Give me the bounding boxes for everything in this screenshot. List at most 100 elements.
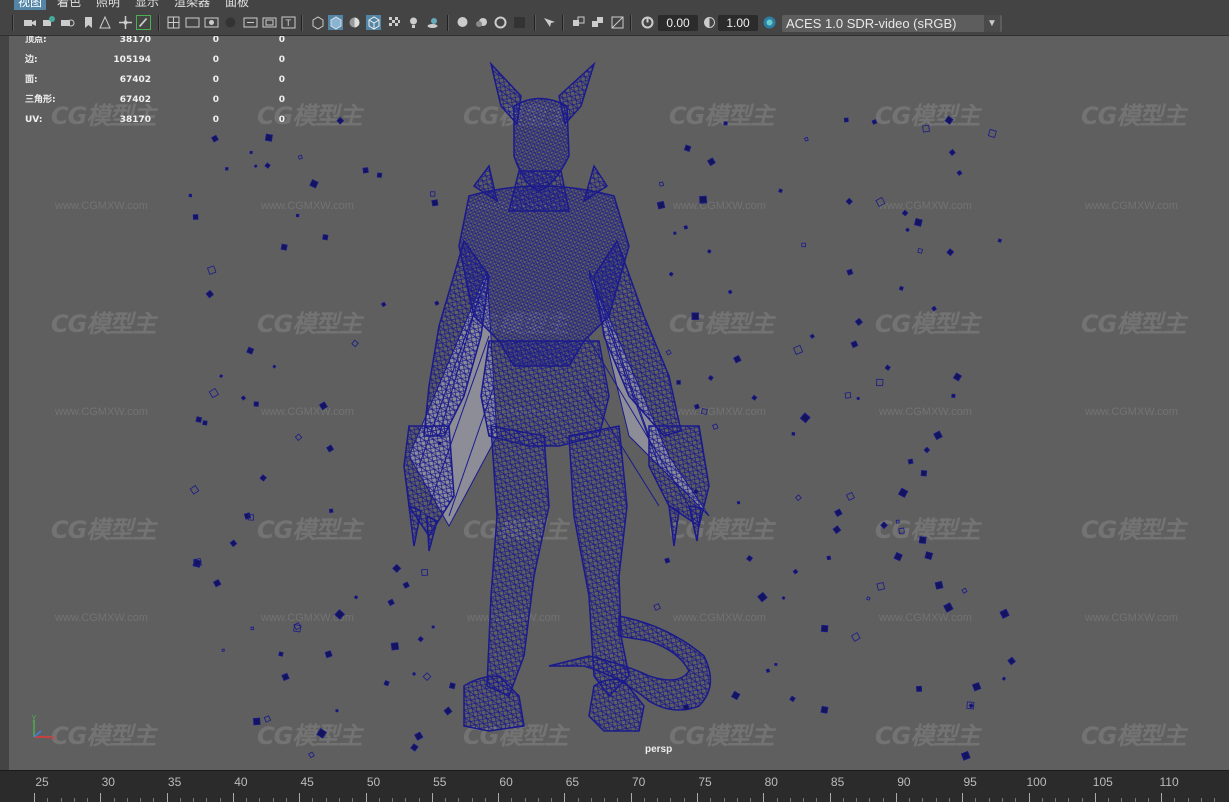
debris-fragment (281, 672, 290, 682)
frame-tick-label: 40 (234, 775, 248, 789)
use-all-lights-icon[interactable] (406, 15, 421, 30)
frame-tick-minor (1041, 798, 1043, 802)
frame-tick-minor (1121, 798, 1123, 802)
debris-fragment (781, 596, 786, 600)
frame-tick-minor (577, 798, 579, 802)
menu-show[interactable]: 显示 (131, 0, 163, 10)
paint-tool-icon[interactable] (136, 15, 151, 30)
debris-fragment (778, 188, 783, 194)
debris-fragment (875, 196, 886, 207)
gamma-icon[interactable] (702, 15, 717, 30)
color-management-icon[interactable] (762, 15, 777, 30)
menu-renderer[interactable]: 渲染器 (170, 0, 214, 10)
debris-fragment (259, 474, 267, 482)
menu-view[interactable]: 视图 (14, 0, 47, 10)
color-space-dropdown[interactable]: ACES 1.0 SDR-video (sRGB) ▼ (782, 15, 1002, 32)
frame-tick-minor (445, 798, 447, 802)
debris-fragment (188, 193, 193, 198)
debris-fragment (856, 396, 860, 401)
hud-value: 67402 (119, 75, 151, 85)
wireframe-cube-icon[interactable] (310, 15, 325, 30)
frame-tick-minor (869, 798, 871, 802)
select-camera-icon[interactable] (22, 15, 37, 30)
debris-fragment (961, 587, 968, 594)
debris-fragment (746, 554, 754, 562)
gate-mask-icon[interactable] (223, 15, 238, 30)
frame-tick-minor (789, 798, 791, 802)
frame-tick-minor (842, 798, 844, 802)
debris-fragment (437, 441, 442, 446)
toolbar-separator (562, 15, 564, 31)
menu-shading[interactable]: 着色 (53, 0, 85, 10)
debris-fragment (280, 243, 288, 251)
gamma-reset-icon[interactable] (590, 15, 605, 30)
xray-icon[interactable] (387, 15, 402, 30)
frame-tick-minor (246, 798, 248, 802)
exposure-field[interactable]: 0.00 (658, 15, 698, 31)
debris-fragment (246, 346, 255, 355)
screen-space-ao-icon[interactable] (455, 15, 470, 30)
menu-lighting[interactable]: 照明 (92, 0, 124, 10)
debris-fragment (846, 268, 854, 276)
isolate-select-icon[interactable] (541, 15, 556, 30)
bookmark-camera-icon[interactable] (60, 15, 75, 30)
resolution-gate-icon[interactable] (204, 15, 219, 30)
frame-tick-label: 25 (35, 775, 49, 789)
wireframe-on-shaded-icon[interactable] (366, 15, 381, 30)
debris-fragment (448, 682, 456, 690)
debris-fragment (434, 300, 440, 306)
frame-tick-label: 45 (300, 775, 314, 789)
frame-tick-minor (312, 798, 314, 802)
debris-fragment (850, 340, 859, 349)
anti-aliasing-icon[interactable] (493, 15, 508, 30)
debris-fragment (351, 339, 359, 348)
move-tool-icon[interactable] (118, 15, 133, 30)
safe-title-icon[interactable]: T (281, 15, 296, 30)
exposure-reset-icon[interactable] (571, 15, 586, 30)
film-gate-icon[interactable] (185, 15, 200, 30)
depth-of-field-icon[interactable] (512, 15, 527, 30)
frame-tick-minor (193, 798, 195, 802)
frame-tick-minor (338, 798, 340, 802)
debris-fragment (801, 242, 806, 248)
debris-fragment (956, 169, 963, 176)
field-chart-icon[interactable] (243, 15, 258, 30)
viewport-toolbar: T 0.00 1.00 ACES 1.0 SDR-video (sRGB) ▼ (0, 10, 1229, 36)
time-slider[interactable]: 25 30 35 40 45 50 55 60 65 70 75 80 85 90 95 100 105 110 (0, 770, 1229, 802)
view-transform-icon[interactable] (610, 15, 625, 30)
debris-fragment (736, 500, 741, 505)
gamma-field[interactable]: 1.00 (718, 15, 758, 31)
camera-name-label: persp (645, 744, 673, 755)
debris-fragment (295, 213, 300, 218)
debris-fragment (328, 508, 334, 514)
motion-blur-icon[interactable] (474, 15, 489, 30)
debris-fragment (417, 636, 424, 643)
menu-panels[interactable]: 面板 (221, 0, 253, 10)
camera-attributes-icon[interactable] (41, 15, 56, 30)
safe-action-icon[interactable] (262, 15, 277, 30)
frame-tick-minor (1068, 798, 1070, 802)
debris-fragment (850, 632, 861, 642)
debris-fragment (803, 136, 809, 142)
debris-fragment (1007, 656, 1016, 666)
debris-fragment (845, 197, 853, 206)
debris-fragment (820, 624, 829, 633)
svg-text:y: y (32, 713, 36, 721)
frame-tick-minor (935, 798, 937, 802)
frame-tick-minor (325, 798, 327, 802)
debris-fragment (691, 312, 699, 320)
exposure-icon[interactable] (640, 15, 655, 30)
default-material-icon[interactable] (347, 15, 362, 30)
3d-viewport[interactable]: CG模型主 CG模型主 CG模型主 CG模型主 CG模型主 CG模型主 CG模型主 CG模型主… (9, 36, 1229, 770)
debris-fragment (682, 704, 690, 711)
smooth-shade-cube-icon[interactable] (328, 15, 343, 30)
debris-fragment (933, 430, 943, 441)
bookmark-icon[interactable] (81, 15, 96, 30)
shadows-icon[interactable] (425, 15, 440, 30)
debris-fragment (884, 364, 891, 371)
frame-tick-label: 105 (1092, 775, 1113, 789)
grid-icon[interactable] (166, 15, 181, 30)
image-plane-icon[interactable] (98, 15, 113, 30)
debris-fragment (673, 231, 677, 235)
debris-fragment (189, 485, 200, 495)
